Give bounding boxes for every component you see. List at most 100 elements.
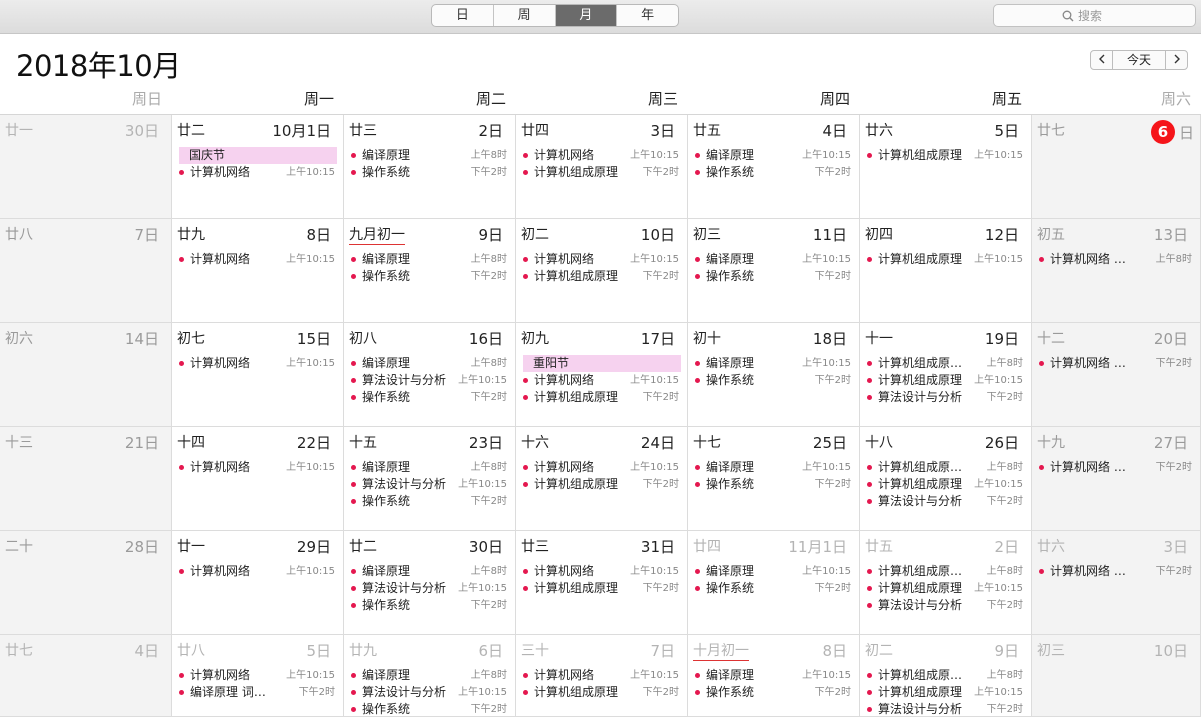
calendar-event[interactable]: 算法设计与分析 下午2时 [865,701,1025,716]
calendar-event[interactable]: 计算机网络 上午10:15 [521,147,681,164]
calendar-event[interactable]: 计算机组成原理 上午10:15 [865,580,1025,597]
day-cell[interactable]: 廿八 5日 计算机网络 上午10:15 编译原理 词法… 下午2时 [172,635,344,717]
calendar-event[interactable]: 编译原理 上午10:15 [693,147,853,164]
day-cell[interactable]: 廿四 3日 计算机网络 上午10:15 计算机组成原理 下午2时 [516,115,688,219]
day-cell[interactable]: 初十 18日 编译原理 上午10:15 操作系统 下午2时 [688,323,860,427]
day-cell[interactable]: 十七 25日 编译原理 上午10:15 操作系统 下午2时 [688,427,860,531]
all-day-event[interactable]: 国庆节 [179,147,337,164]
calendar-event[interactable]: 编译原理 上午8时 [349,563,509,580]
calendar-event[interactable]: 编译原理 上午8时 [349,355,509,372]
day-cell[interactable]: 廿七 6 日 [1032,115,1201,219]
day-cell[interactable]: 十六 24日 计算机网络 上午10:15 计算机组成原理 下午2时 [516,427,688,531]
calendar-event[interactable]: 编译原理 上午10:15 [693,251,853,268]
day-cell[interactable]: 初四 12日 计算机组成原理 上午10:15 [860,219,1032,323]
calendar-event[interactable]: 操作系统 下午2时 [693,164,853,181]
day-cell[interactable]: 廿五2日计算机组成原理…上午8时计算机组成原理上午10:15算法设计与分析下午2… [860,531,1032,635]
day-cell[interactable]: 初七 15日 计算机网络 上午10:15 [172,323,344,427]
day-cell[interactable]: 廿三 31日 计算机网络 上午10:15 计算机组成原理 下午2时 [516,531,688,635]
calendar-event[interactable]: 计算机组成原理 上午10:15 [865,684,1025,701]
calendar-event[interactable]: 操作系统 下午2时 [349,268,509,285]
view-week-button[interactable]: 周 [494,5,556,26]
calendar-event[interactable]: 计算机组成原理 上午10:15 [865,147,1025,164]
day-cell[interactable]: 廿一 30日 [0,115,172,219]
calendar-event[interactable]: 计算机网络 路… 下午2时 [1037,459,1194,476]
calendar-event[interactable]: 计算机组成原理 上午10:15 [865,476,1025,493]
day-cell[interactable]: 十九 27日 计算机网络 路… 下午2时 [1032,427,1201,531]
calendar-event[interactable]: 计算机网络 交… 下午2时 [1037,355,1194,372]
day-cell[interactable]: 初三 10日 [1032,635,1201,717]
day-cell[interactable]: 三十 7日 计算机网络 上午10:15 计算机组成原理 下午2时 [516,635,688,717]
calendar-event[interactable]: 计算机组成原理 下午2时 [521,684,681,701]
day-cell[interactable]: 廿四 11月1日 编译原理 上午10:15 操作系统 下午2时 [688,531,860,635]
calendar-event[interactable]: 计算机网络 上午10:15 [177,563,337,580]
day-cell[interactable]: 初二9日计算机组成原理…上午8时计算机组成原理上午10:15算法设计与分析下午2… [860,635,1032,717]
day-cell[interactable]: 廿二 10月1日 国庆节 计算机网络 上午10:15 [172,115,344,219]
day-cell[interactable]: 十五 23日 编译原理 上午8时 算法设计与分析 上午10:15 操作系统 下午2时 [344,427,516,531]
calendar-event[interactable]: 计算机网络 上午10:15 [177,667,337,684]
calendar-event[interactable]: 计算机组成原理 下午2时 [521,476,681,493]
calendar-event[interactable]: 操作系统 下午2时 [349,493,509,510]
calendar-event[interactable]: 计算机组成原理… 上午8时 [865,667,1025,684]
calendar-event[interactable]: 计算机组成原理 下午2时 [521,389,681,406]
calendar-event[interactable]: 操作系统 下午2时 [349,164,509,181]
calendar-event[interactable]: 计算机网络 路… 下午2时 [1037,563,1194,580]
calendar-event[interactable]: 操作系统 下午2时 [349,597,509,614]
previous-month-button[interactable] [1090,50,1113,70]
calendar-event[interactable]: 算法设计与分析 下午2时 [865,493,1025,510]
calendar-event[interactable]: 编译原理 上午8时 [349,251,509,268]
day-cell[interactable]: 初二 10日 计算机网络 上午10:15 计算机组成原理 下午2时 [516,219,688,323]
day-cell[interactable]: 廿九 6日 编译原理 上午8时 算法设计与分析 上午10:15 操作系统 下午2时 [344,635,516,717]
calendar-event[interactable]: 计算机网络 上午10:15 [177,164,337,181]
calendar-event[interactable]: 计算机网络 上午10:15 [521,372,681,389]
day-cell[interactable]: 二十 28日 [0,531,172,635]
calendar-event[interactable]: 计算机网络 上午10:15 [521,563,681,580]
calendar-event[interactable]: 计算机组成原理 下午2时 [521,268,681,285]
day-cell[interactable]: 廿八 7日 [0,219,172,323]
day-cell[interactable]: 廿五 4日 编译原理 上午10:15 操作系统 下午2时 [688,115,860,219]
calendar-event[interactable]: 算法设计与分析 上午10:15 [349,684,509,701]
calendar-event[interactable]: 编译原理 上午10:15 [693,459,853,476]
day-cell[interactable]: 十二 20日 计算机网络 交… 下午2时 [1032,323,1201,427]
calendar-event[interactable]: 计算机组成原理… 上午8时 [865,563,1025,580]
calendar-event[interactable]: 计算机网络 上午10:15 [521,251,681,268]
calendar-event[interactable]: 算法设计与分析 下午2时 [865,389,1025,406]
calendar-event[interactable]: 计算机组成原理 上午10:15 [865,372,1025,389]
calendar-event[interactable]: 计算机网络 上午10:15 [521,459,681,476]
calendar-event[interactable]: 操作系统 下午2时 [693,684,853,701]
calendar-event[interactable]: 计算机网络 上午10:15 [177,355,337,372]
calendar-event[interactable]: 编译原理 上午10:15 [693,355,853,372]
today-button[interactable]: 今天 [1113,50,1165,70]
day-cell[interactable]: 廿一 29日 计算机网络 上午10:15 [172,531,344,635]
view-day-button[interactable]: 日 [432,5,494,26]
day-cell[interactable]: 十一19日计算机组成原理…上午8时计算机组成原理上午10:15算法设计与分析下午… [860,323,1032,427]
day-cell[interactable]: 十四 22日 计算机网络 上午10:15 [172,427,344,531]
calendar-event[interactable]: 操作系统 下午2时 [693,372,853,389]
day-cell[interactable]: 廿六 3日 计算机网络 路… 下午2时 [1032,531,1201,635]
calendar-event[interactable]: 计算机组成原理 下午2时 [521,164,681,181]
day-cell[interactable]: 十月初一 8日 编译原理 上午10:15 操作系统 下午2时 [688,635,860,717]
calendar-event[interactable]: 计算机组成原理 上午10:15 [865,251,1025,268]
calendar-event[interactable]: 计算机组成原理… 上午8时 [865,459,1025,476]
day-cell[interactable]: 初八 16日 编译原理 上午8时 算法设计与分析 上午10:15 操作系统 下午2时 [344,323,516,427]
calendar-event[interactable]: 算法设计与分析 上午10:15 [349,372,509,389]
day-cell[interactable]: 初三 11日 编译原理 上午10:15 操作系统 下午2时 [688,219,860,323]
calendar-event[interactable]: 编译原理 上午10:15 [693,563,853,580]
calendar-event[interactable]: 算法设计与分析 上午10:15 [349,476,509,493]
day-cell[interactable]: 廿九 8日 计算机网络 上午10:15 [172,219,344,323]
calendar-event[interactable]: 编译原理 上午8时 [349,459,509,476]
day-cell[interactable]: 初九 17日 重阳节 计算机网络 上午10:15 计算机组成原理 下午2时 [516,323,688,427]
calendar-event[interactable]: 算法设计与分析 上午10:15 [349,580,509,597]
day-cell[interactable]: 初六 14日 [0,323,172,427]
search-input[interactable]: 搜索 [993,4,1196,27]
calendar-event[interactable]: 计算机网络 计… 上午8时 [1037,251,1194,268]
view-month-button[interactable]: 月 [555,5,618,26]
calendar-event[interactable]: 操作系统 下午2时 [349,701,509,716]
calendar-event[interactable]: 编译原理 上午8时 [349,667,509,684]
day-cell[interactable]: 初五 13日 计算机网络 计… 上午8时 [1032,219,1201,323]
view-year-button[interactable]: 年 [617,5,678,26]
day-cell[interactable]: 廿六 5日 计算机组成原理 上午10:15 [860,115,1032,219]
calendar-event[interactable]: 计算机组成原理 下午2时 [521,580,681,597]
calendar-event[interactable]: 编译原理 上午10:15 [693,667,853,684]
day-cell[interactable]: 廿七 4日 [0,635,172,717]
calendar-event[interactable]: 编译原理 词法… 下午2时 [177,684,337,701]
